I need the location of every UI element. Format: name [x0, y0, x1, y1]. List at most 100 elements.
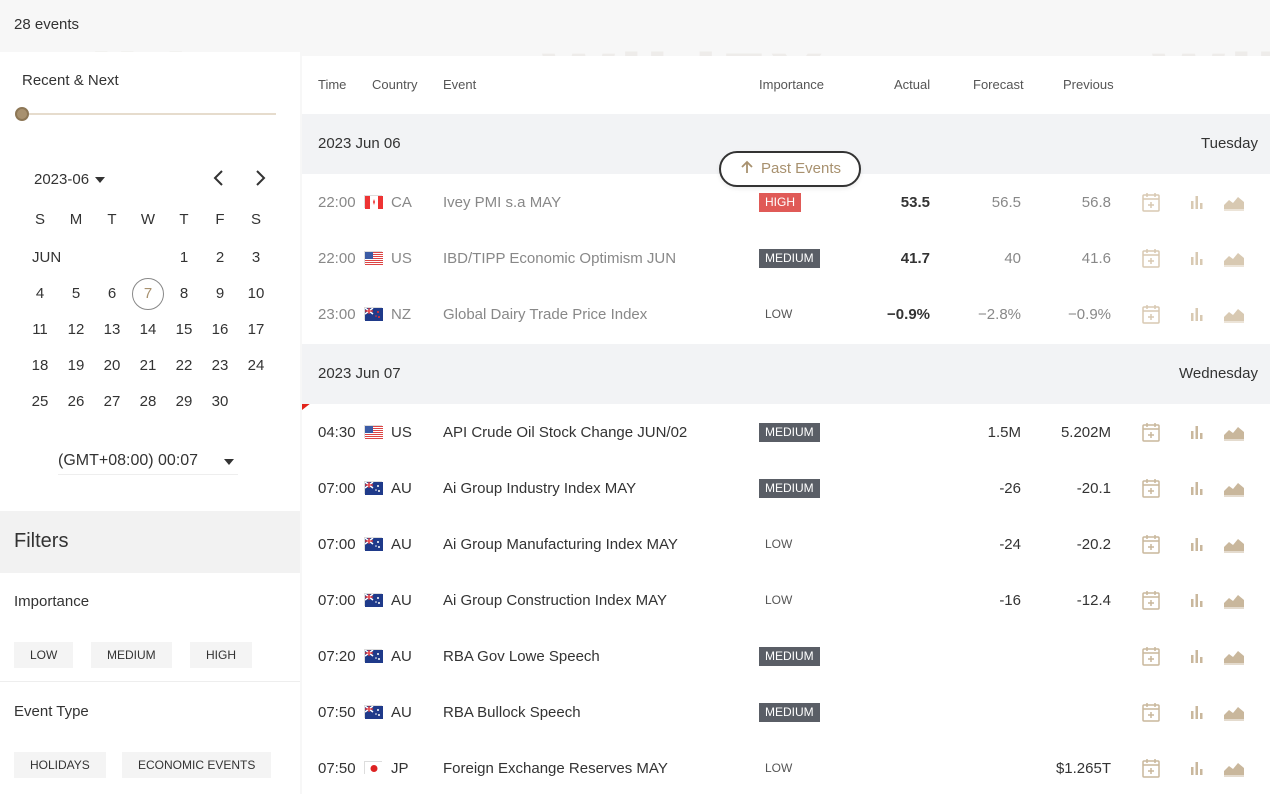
- calendar-day[interactable]: 29: [166, 386, 202, 418]
- calendar-day[interactable]: 4: [22, 278, 58, 310]
- add-to-calendar-button[interactable]: [1139, 588, 1163, 612]
- importance-low-filter[interactable]: LOW: [14, 642, 74, 668]
- event-name[interactable]: RBA Bullock Speech: [443, 704, 581, 721]
- table-row[interactable]: 07:50 AU RBA Bullock Speech MEDIUM: [302, 684, 1270, 740]
- add-to-calendar-button[interactable]: [1139, 246, 1163, 270]
- table-row[interactable]: 23:00 NZ Global Dairy Trade Price Index …: [302, 286, 1270, 342]
- month-select[interactable]: 2023-06: [34, 171, 106, 188]
- calendar-day-today[interactable]: 7: [132, 278, 164, 310]
- calendar-day[interactable]: 26: [58, 386, 94, 418]
- event-forecast: -26: [999, 480, 1021, 497]
- event-name[interactable]: Global Dairy Trade Price Index: [443, 306, 647, 323]
- table-row[interactable]: 07:50 JP Foreign Exchange Reserves MAY L…: [302, 740, 1270, 794]
- bar-chart-button[interactable]: [1185, 476, 1209, 500]
- area-chart-button[interactable]: [1222, 756, 1246, 780]
- table-row[interactable]: 22:00 US IBD/TIPP Economic Optimism JUN …: [302, 230, 1270, 286]
- calendar-day[interactable]: 19: [58, 350, 94, 382]
- table-row[interactable]: 07:00 AU Ai Group Industry Index MAY MED…: [302, 460, 1270, 516]
- add-to-calendar-button[interactable]: [1139, 700, 1163, 724]
- bar-chart-button[interactable]: [1185, 302, 1209, 326]
- header-actual: Actual: [894, 77, 931, 92]
- bar-chart-button[interactable]: [1185, 588, 1209, 612]
- calendar-day[interactable]: 14: [130, 314, 166, 346]
- table-row[interactable]: 04:30 US API Crude Oil Stock Change JUN/…: [302, 404, 1270, 460]
- table-row[interactable]: 07:20 AU RBA Gov Lowe Speech MEDIUM: [302, 628, 1270, 684]
- importance-medium-filter[interactable]: MEDIUM: [91, 642, 172, 668]
- calendar-day[interactable]: 24: [238, 350, 274, 382]
- area-chart-button[interactable]: [1222, 588, 1246, 612]
- importance-high-filter[interactable]: HIGH: [190, 642, 252, 668]
- add-to-calendar-button[interactable]: [1139, 756, 1163, 780]
- calendar-day[interactable]: 22: [166, 350, 202, 382]
- calendar-day[interactable]: 30: [202, 386, 238, 418]
- calendar-day[interactable]: 5: [58, 278, 94, 310]
- calendar-day[interactable]: 9: [202, 278, 238, 310]
- recent-next-label: Recent & Next: [22, 72, 119, 89]
- area-chart-button[interactable]: [1222, 246, 1246, 270]
- next-month-button[interactable]: [248, 166, 272, 190]
- calendar-day[interactable]: 20: [94, 350, 130, 382]
- calendar-day[interactable]: 17: [238, 314, 274, 346]
- event-name[interactable]: Ai Group Industry Index MAY: [443, 480, 636, 497]
- calendar-day[interactable]: 15: [166, 314, 202, 346]
- event-name[interactable]: Ai Group Construction Index MAY: [443, 592, 667, 609]
- event-type-holidays-filter[interactable]: HOLIDAYS: [14, 752, 106, 778]
- area-chart-button[interactable]: [1222, 302, 1246, 326]
- calendar-day[interactable]: 8: [166, 278, 202, 310]
- area-chart-button[interactable]: [1222, 420, 1246, 444]
- range-slider-handle[interactable]: [15, 107, 29, 121]
- calendar-day[interactable]: 1: [166, 242, 202, 274]
- add-to-calendar-button[interactable]: [1139, 420, 1163, 444]
- calendar-day[interactable]: 11: [22, 314, 58, 346]
- event-country: AU: [391, 480, 412, 497]
- event-country: US: [391, 250, 412, 267]
- add-to-calendar-button[interactable]: [1139, 644, 1163, 668]
- event-forecast: -24: [999, 536, 1021, 553]
- calendar-day[interactable]: 6: [94, 278, 130, 310]
- country-flag-icon: [364, 649, 383, 663]
- bar-chart-button[interactable]: [1185, 700, 1209, 724]
- area-chart-button[interactable]: [1222, 700, 1246, 724]
- area-chart-button[interactable]: [1222, 476, 1246, 500]
- calendar-day[interactable]: 18: [22, 350, 58, 382]
- event-time: 04:30: [318, 424, 356, 441]
- add-to-calendar-button[interactable]: [1139, 302, 1163, 326]
- event-name[interactable]: RBA Gov Lowe Speech: [443, 648, 600, 665]
- event-name[interactable]: IBD/TIPP Economic Optimism JUN: [443, 250, 676, 267]
- calendar-day[interactable]: 10: [238, 278, 274, 310]
- bar-chart-button[interactable]: [1185, 532, 1209, 556]
- calendar-day[interactable]: 16: [202, 314, 238, 346]
- bar-chart-button[interactable]: [1185, 246, 1209, 270]
- prev-month-button[interactable]: [207, 166, 231, 190]
- calendar-day[interactable]: 13: [94, 314, 130, 346]
- area-chart-button[interactable]: [1222, 644, 1246, 668]
- event-name[interactable]: API Crude Oil Stock Change JUN/02: [443, 424, 687, 441]
- calendar-day[interactable]: 23: [202, 350, 238, 382]
- bar-chart-button[interactable]: [1185, 420, 1209, 444]
- add-to-calendar-button[interactable]: [1139, 190, 1163, 214]
- calendar-day[interactable]: 3: [238, 242, 274, 274]
- bar-chart-button[interactable]: [1185, 190, 1209, 214]
- calendar-day[interactable]: 12: [58, 314, 94, 346]
- event-name[interactable]: Ai Group Manufacturing Index MAY: [443, 536, 678, 553]
- event-name[interactable]: Ivey PMI s.a MAY: [443, 194, 561, 211]
- calendar-day[interactable]: 25: [22, 386, 58, 418]
- weekday-label: T: [107, 211, 117, 228]
- calendar-day[interactable]: 21: [130, 350, 166, 382]
- add-to-calendar-button[interactable]: [1139, 476, 1163, 500]
- event-type-economic-filter[interactable]: ECONOMIC EVENTS: [122, 752, 272, 778]
- event-name[interactable]: Foreign Exchange Reserves MAY: [443, 760, 668, 777]
- range-slider-track[interactable]: [22, 113, 276, 115]
- table-row[interactable]: 07:00 AU Ai Group Construction Index MAY…: [302, 572, 1270, 628]
- area-chart-button[interactable]: [1222, 532, 1246, 556]
- calendar-day[interactable]: 27: [94, 386, 130, 418]
- calendar-day[interactable]: 2: [202, 242, 238, 274]
- bar-chart-button[interactable]: [1185, 756, 1209, 780]
- calendar-day[interactable]: 28: [130, 386, 166, 418]
- bar-chart-button[interactable]: [1185, 644, 1209, 668]
- add-to-calendar-button[interactable]: [1139, 532, 1163, 556]
- timezone-select[interactable]: (GMT+08:00) 00:07: [58, 452, 238, 475]
- past-events-button[interactable]: Past Events: [719, 151, 861, 187]
- area-chart-button[interactable]: [1222, 190, 1246, 214]
- table-row[interactable]: 07:00 AU Ai Group Manufacturing Index MA…: [302, 516, 1270, 572]
